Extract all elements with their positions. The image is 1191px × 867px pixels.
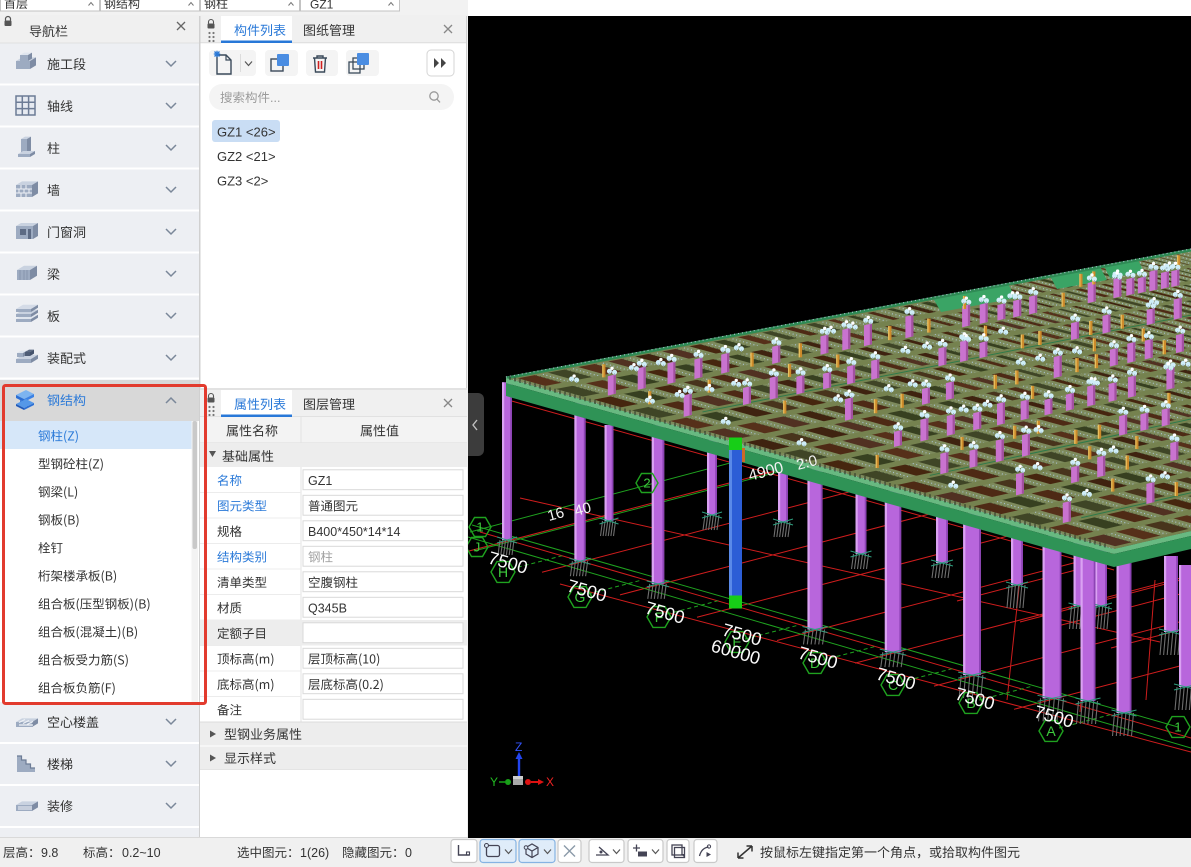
svg-text:1(26): 1(26) <box>300 846 329 860</box>
svg-text:0.2~10: 0.2~10 <box>122 846 161 860</box>
svg-text:GZ3 <2>: GZ3 <2> <box>217 174 268 189</box>
svg-text:GZ2 <21>: GZ2 <21> <box>217 149 276 164</box>
svg-text:...: ... <box>270 91 280 105</box>
svg-text:0: 0 <box>405 846 412 860</box>
svg-text:X: X <box>546 775 554 789</box>
svg-text:Y: Y <box>490 775 498 789</box>
svg-text:GZ1 <26>: GZ1 <26> <box>217 125 276 140</box>
svg-text:B400*450*14*14: B400*450*14*14 <box>308 525 400 539</box>
svg-text:GZ1: GZ1 <box>310 0 334 12</box>
svg-text:Q345B: Q345B <box>308 602 347 616</box>
svg-text:9.8: 9.8 <box>41 846 58 860</box>
svg-text:Z: Z <box>515 740 522 754</box>
svg-text:2: 2 <box>643 476 650 491</box>
svg-text:GZ1: GZ1 <box>308 474 332 488</box>
svg-text:J: J <box>474 540 481 555</box>
svg-text:1: 1 <box>1174 720 1181 735</box>
svg-text:1: 1 <box>476 520 483 535</box>
